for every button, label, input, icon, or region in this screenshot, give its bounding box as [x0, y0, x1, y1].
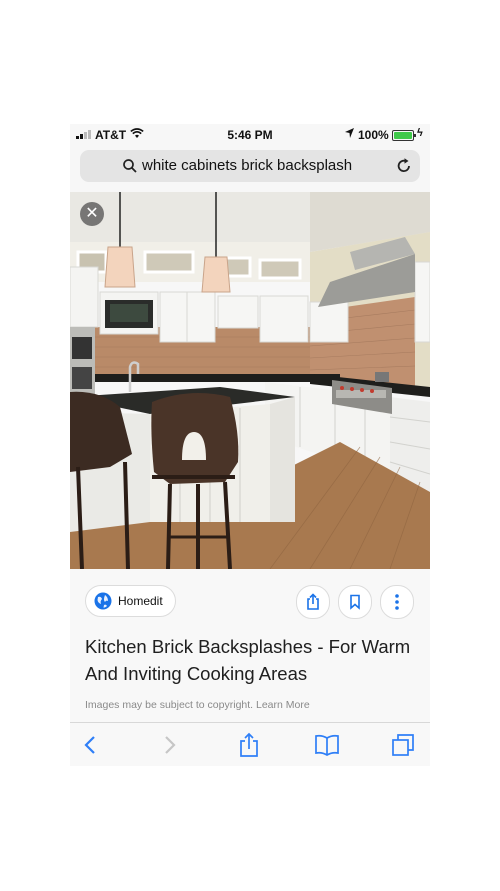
- tabs-icon[interactable]: [390, 732, 416, 758]
- search-query[interactable]: white cabinets brick backsplash: [142, 157, 352, 174]
- search-icon: [123, 159, 137, 173]
- bookmark-icon: [350, 594, 360, 610]
- safari-toolbar: [70, 722, 430, 766]
- more-icon: [395, 594, 399, 610]
- source-chip[interactable]: Homedit: [85, 585, 176, 617]
- kitchen-image: [70, 192, 430, 569]
- more-button[interactable]: [380, 585, 414, 619]
- result-title[interactable]: Kitchen Brick Backsplashes - For Warm An…: [85, 633, 415, 687]
- charging-icon: ϟ: [417, 127, 423, 139]
- battery-icon: [392, 130, 416, 141]
- bookmark-button[interactable]: [338, 585, 372, 619]
- forward-icon[interactable]: [156, 732, 182, 758]
- phone-screen: AT&T 5:46 PM 100% ϟ white cabinets brick…: [70, 124, 430, 766]
- location-arrow-icon: [345, 128, 354, 138]
- close-icon[interactable]: ✕: [80, 202, 104, 226]
- result-card: Homedit Kitchen Brick Backsplashes - For…: [70, 569, 430, 724]
- share-button[interactable]: [296, 585, 330, 619]
- battery-percent: 100%: [358, 128, 389, 142]
- copyright-notice[interactable]: Images may be subject to copyright. Lear…: [85, 699, 310, 711]
- book-icon[interactable]: [314, 732, 340, 758]
- back-icon[interactable]: [78, 732, 104, 758]
- share-icon: [307, 593, 319, 610]
- share-icon[interactable]: [236, 732, 262, 758]
- globe-icon: [94, 592, 112, 610]
- source-label: Homedit: [118, 594, 163, 608]
- kitchen-photo[interactable]: ✕: [70, 192, 430, 569]
- reload-icon[interactable]: [394, 156, 414, 176]
- status-bar: AT&T 5:46 PM 100% ϟ: [70, 124, 430, 146]
- url-bar[interactable]: white cabinets brick backsplash: [80, 150, 420, 182]
